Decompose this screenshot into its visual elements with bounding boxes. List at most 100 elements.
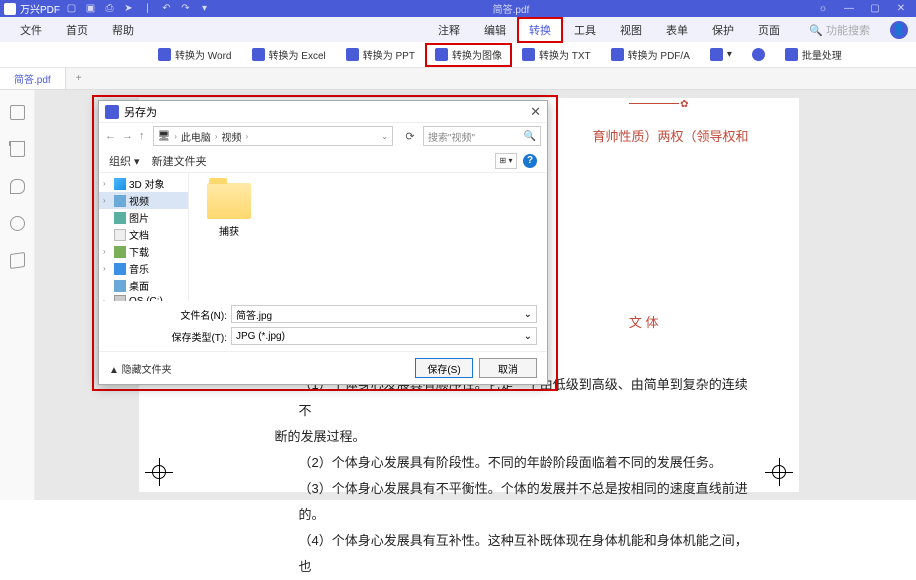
download-icon	[114, 246, 126, 258]
undo-icon[interactable]: ↶	[161, 3, 172, 14]
bc-folder: 视频	[222, 129, 242, 144]
tab-add-button[interactable]: +	[66, 73, 92, 84]
tree-osc[interactable]: ›OS (C:)	[99, 294, 188, 301]
convert-ppt-button[interactable]: 转换为 PPT	[336, 43, 425, 67]
scrollbar[interactable]	[902, 90, 916, 500]
convert-image-button[interactable]: 转换为图像	[425, 43, 512, 67]
doc-p4: （4）个体身心发展具有互补性。这种互补既体现在身体机能和身体机能之间，也	[179, 528, 759, 580]
menu-home[interactable]: 首页	[54, 22, 100, 38]
search-icon: 🔍	[524, 131, 536, 142]
file-list[interactable]: 捕获	[189, 173, 547, 301]
maximize-button[interactable]: ▢	[864, 2, 886, 16]
dialog-close-button[interactable]: ✕	[530, 104, 541, 120]
tree-doc[interactable]: 文档	[99, 226, 188, 243]
menu-form[interactable]: 表单	[654, 22, 700, 38]
convert-word-button[interactable]: 转换为 Word	[148, 43, 242, 67]
tree-desk[interactable]: 桌面	[99, 277, 188, 294]
savetype-select[interactable]: JPG (*.jpg)⌄	[231, 327, 537, 345]
open-icon[interactable]: ▢	[66, 3, 77, 14]
breadcrumb[interactable]: 🖥 › 此电脑 › 视频 › ⌄	[153, 126, 394, 146]
pc-icon: 🖥	[158, 131, 171, 142]
view-mode-button[interactable]: ⊞ ▾	[495, 153, 517, 169]
tree-3d[interactable]: ›3D 对象	[99, 175, 188, 192]
feature-search[interactable]: 🔍 功能搜索	[797, 22, 882, 38]
bookmark-icon[interactable]	[10, 142, 25, 157]
tree-video[interactable]: ›视频	[99, 192, 188, 209]
tree-music[interactable]: ›音乐	[99, 260, 188, 277]
tree-pic[interactable]: 图片	[99, 209, 188, 226]
print-icon[interactable]: ⎙	[104, 3, 115, 14]
pdfa-icon	[611, 48, 624, 61]
user-avatar-icon[interactable]: 👤	[890, 21, 908, 39]
layers-icon[interactable]	[10, 252, 25, 269]
menu-view[interactable]: 视图	[608, 22, 654, 38]
more1-icon	[710, 48, 723, 61]
doc-folder-icon	[114, 229, 126, 241]
hide-folders-button[interactable]: ▲ 隐藏文件夹	[109, 361, 172, 376]
chevron-down-icon[interactable]: ⌄	[381, 132, 388, 141]
cancel-button[interactable]: 取消	[479, 358, 537, 378]
filename-input[interactable]: 简答.jpg⌄	[231, 305, 537, 323]
convert-toolbar: 转换为 Word 转换为 Excel 转换为 PPT 转换为图像 转换为 TXT…	[0, 42, 916, 68]
menu-help[interactable]: 帮助	[100, 22, 146, 38]
sun-icon[interactable]: ☼	[812, 2, 834, 16]
dialog-title: 另存为	[124, 104, 157, 120]
convert-excel-button[interactable]: 转换为 Excel	[242, 43, 336, 67]
search-panel-icon[interactable]	[10, 216, 25, 231]
doc-tabs: 简答.pdf +	[0, 68, 916, 90]
chevron-down-icon[interactable]: ⌄	[524, 331, 532, 342]
file-item[interactable]: 捕获	[199, 183, 259, 238]
nav-fwd-button[interactable]: →	[122, 130, 133, 142]
menu-page[interactable]: 页面	[746, 22, 792, 38]
close-button[interactable]: ✕	[890, 2, 912, 16]
organize-button[interactable]: 组织 ▾	[109, 153, 140, 169]
dropdown-icon[interactable]: ▾	[199, 3, 210, 14]
nav-buttons: ← → ↑	[105, 130, 145, 142]
help-icon[interactable]: ?	[523, 154, 537, 168]
desktop-icon	[114, 280, 126, 292]
dialog-footer: ▲ 隐藏文件夹 保存(S) 取消	[99, 351, 547, 384]
menu-tools[interactable]: 工具	[562, 22, 608, 38]
menu-protect[interactable]: 保护	[700, 22, 746, 38]
refresh-button[interactable]: ⟳	[401, 130, 419, 143]
redo-icon[interactable]: ↷	[180, 3, 191, 14]
app-name: 万兴PDF	[20, 1, 60, 16]
more-2-button[interactable]	[742, 43, 775, 67]
dialog-path-row: ← → ↑ 🖥 › 此电脑 › 视频 › ⌄ ⟳ 搜索"视频" 🔍	[99, 123, 547, 149]
convert-txt-button[interactable]: 转换为 TXT	[512, 43, 601, 67]
doc-p1b: 断的发展过程。	[179, 424, 759, 450]
save-icon[interactable]: ▣	[85, 3, 96, 14]
save-button[interactable]: 保存(S)	[415, 358, 473, 378]
video-icon	[114, 195, 126, 207]
more-1-button[interactable]: ▾	[700, 43, 742, 67]
tree-dl[interactable]: ›下载	[99, 243, 188, 260]
attach-icon[interactable]	[10, 179, 25, 194]
tab-current[interactable]: 简答.pdf	[0, 68, 66, 89]
doc-title: 简答.pdf	[210, 1, 812, 16]
menu-file[interactable]: 文件	[8, 22, 54, 38]
word-icon	[158, 48, 171, 61]
menu-edit[interactable]: 编辑	[472, 22, 518, 38]
cube-icon	[114, 178, 126, 190]
share-icon[interactable]: ➤	[123, 3, 134, 14]
nav-up-button[interactable]: ↑	[139, 130, 145, 142]
title-bar: 万兴PDF ▢ ▣ ⎙ ➤ | ↶ ↷ ▾ 简答.pdf ☼ — ▢ ✕	[0, 0, 916, 17]
minimize-button[interactable]: —	[838, 2, 860, 16]
search-input[interactable]: 搜索"视频" 🔍	[423, 126, 541, 146]
quick-access: ▢ ▣ ⎙ ➤ | ↶ ↷ ▾	[66, 3, 210, 14]
nav-back-button[interactable]: ←	[105, 130, 116, 142]
thumbs-icon[interactable]	[10, 105, 25, 120]
image-folder-icon	[114, 212, 126, 224]
menu-annotate[interactable]: 注释	[426, 22, 472, 38]
new-folder-button[interactable]: 新建文件夹	[152, 153, 207, 169]
dialog-body: ›3D 对象 ›视频 图片 文档 ›下载 ›音乐 桌面 ›OS (C:) 捕获	[99, 173, 547, 301]
chevron-down-icon[interactable]: ⌄	[524, 309, 532, 320]
folder-icon	[207, 183, 251, 219]
batch-button[interactable]: 批量处理	[775, 43, 852, 67]
folder-tree[interactable]: ›3D 对象 ›视频 图片 文档 ›下载 ›音乐 桌面 ›OS (C:)	[99, 173, 189, 301]
menu-bar: 文件 首页 帮助 注释 编辑 转换 工具 视图 表单 保护 页面 🔍 功能搜索 …	[0, 17, 916, 42]
menu-convert[interactable]: 转换	[517, 17, 563, 43]
file-item-label: 捕获	[199, 223, 259, 238]
ornament-icon	[629, 103, 679, 118]
convert-pdfa-button[interactable]: 转换为 PDF/A	[601, 43, 700, 67]
